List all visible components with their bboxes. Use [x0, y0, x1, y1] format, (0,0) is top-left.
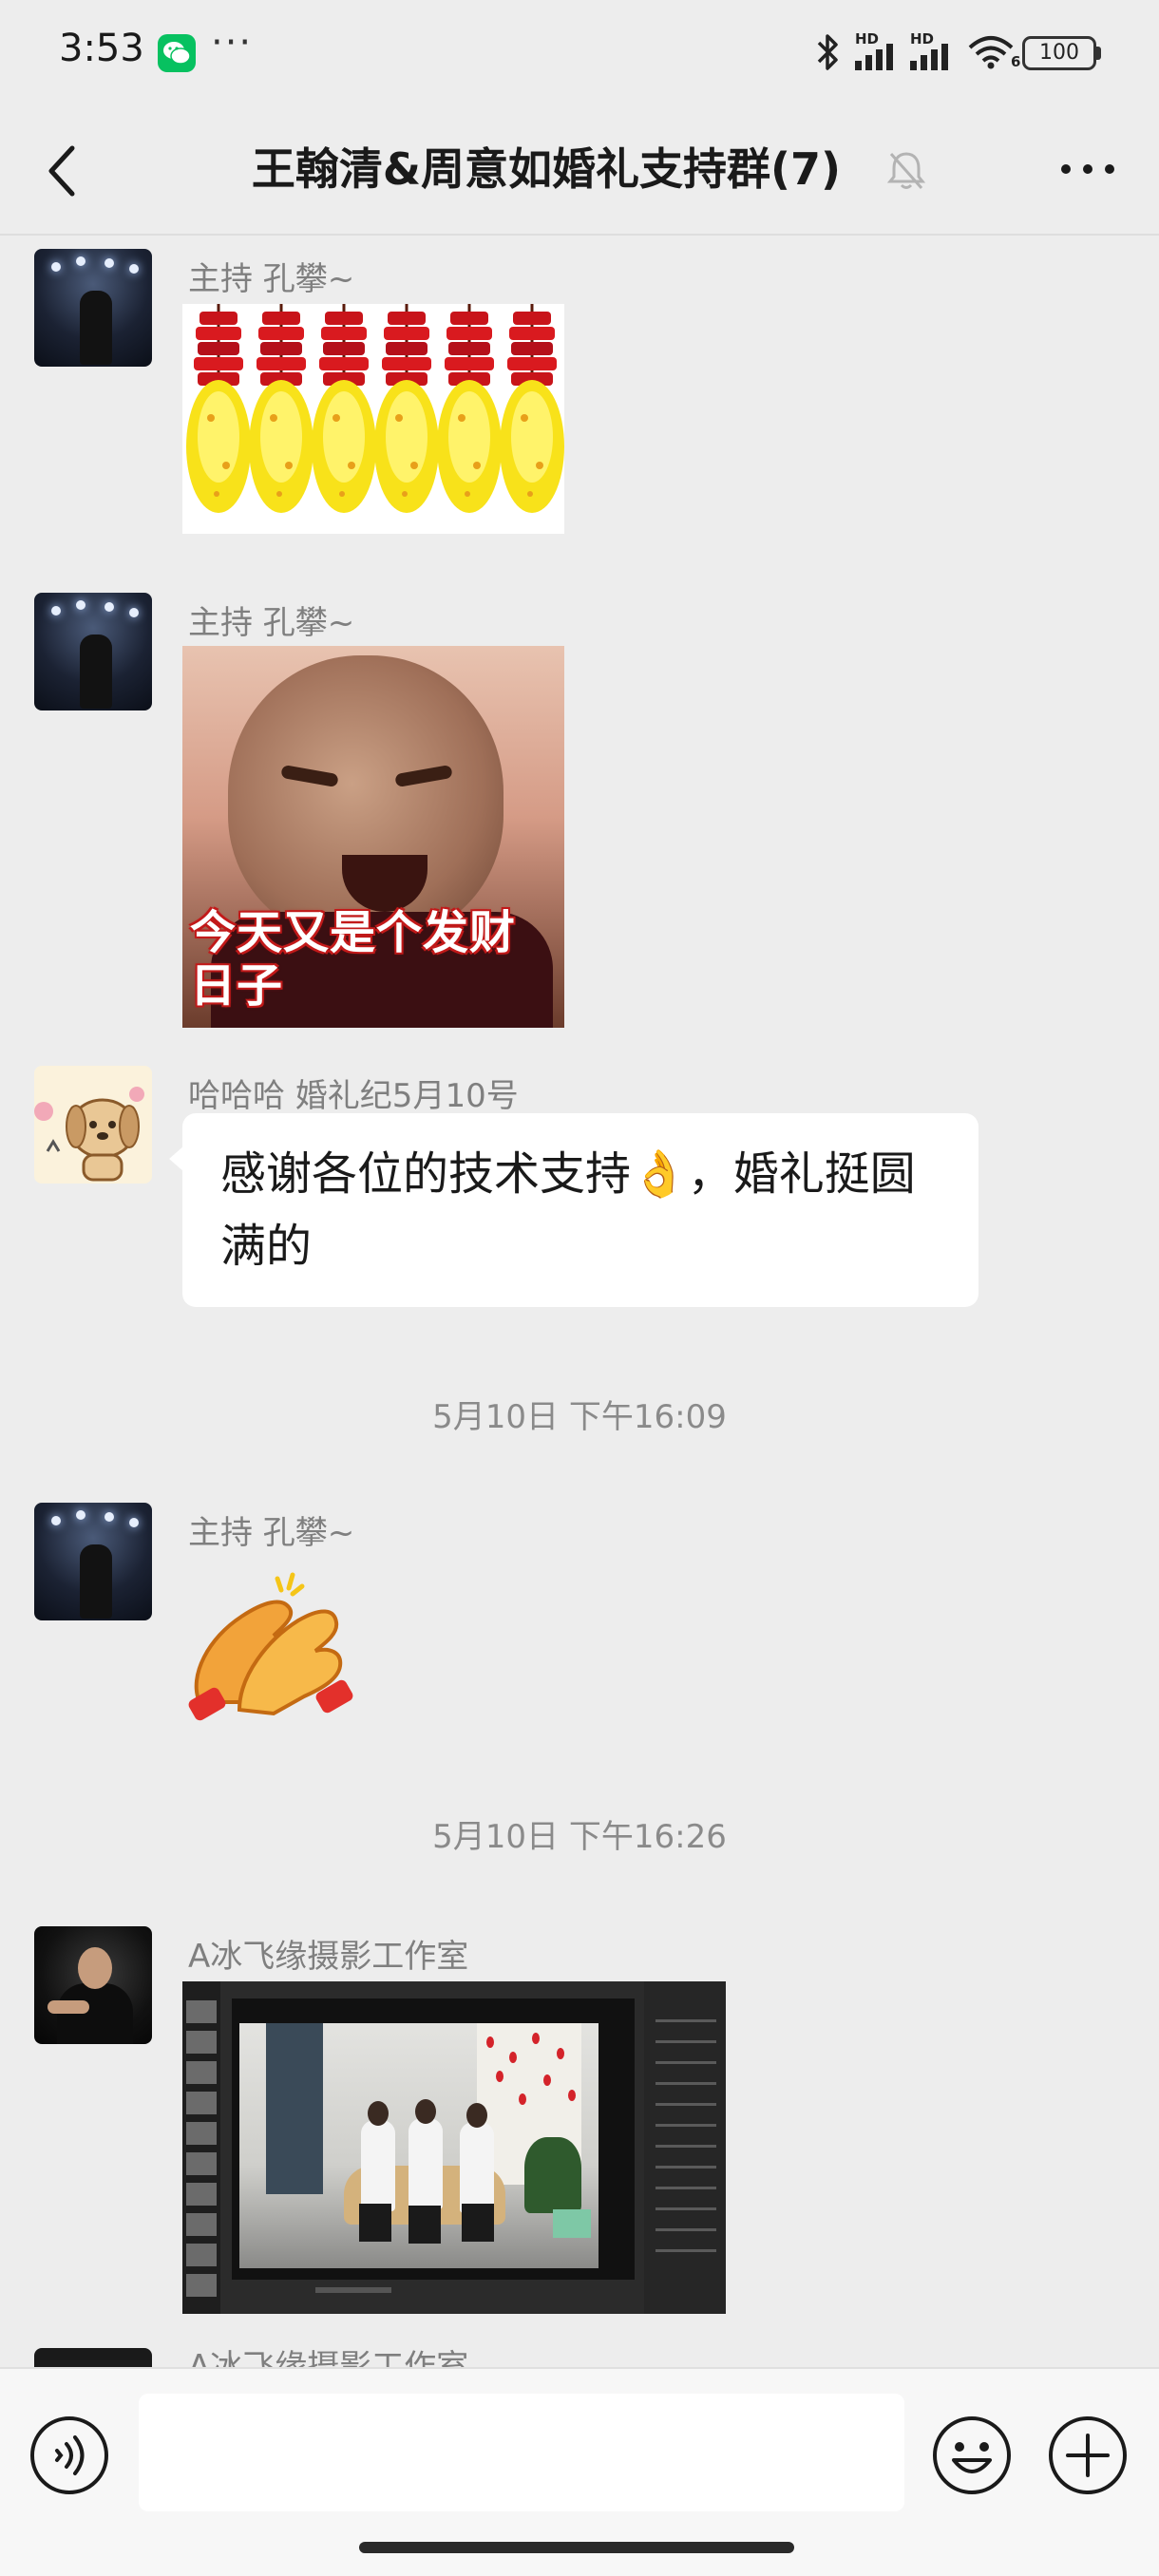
timestamp: 5月10日 下午16:26: [432, 1818, 727, 1856]
avatar[interactable]: [34, 2348, 152, 2367]
sticker-caption: 今天又是个发财日子: [190, 906, 517, 1013]
wifi-band-label: 6: [1011, 53, 1021, 70]
firecrackers-sticker[interactable]: [182, 304, 564, 534]
avatar[interactable]: [34, 1926, 152, 2044]
avatar[interactable]: [34, 1066, 152, 1184]
sender-name: 哈哈哈 婚礼纪5月10号: [188, 1077, 519, 1115]
voice-icon[interactable]: [28, 2415, 110, 2496]
sender-name: 主持 孔攀~: [188, 260, 355, 298]
plus-icon[interactable]: [1047, 2415, 1129, 2496]
avatar[interactable]: [34, 1503, 152, 1620]
signal-icon-2: [910, 44, 948, 70]
message-bubble[interactable]: 感谢各位的技术支持👌，婚礼挺圆满的: [169, 1113, 978, 1307]
wechat-notification-icon: [158, 34, 196, 72]
timestamp: 5月10日 下午16:09: [432, 1398, 727, 1436]
bluetooth-icon: [817, 34, 838, 70]
chat-header: 王翰清&周意如婚礼支持群(7): [0, 104, 1159, 234]
chat-title: 王翰清&周意如婚礼支持群(7): [251, 143, 842, 195]
sender-name: 主持 孔攀~: [188, 1514, 355, 1552]
mute-bell-icon: [886, 152, 926, 189]
more-icon[interactable]: [1054, 142, 1121, 196]
status-time: 3:53: [59, 27, 144, 70]
message-input[interactable]: [139, 2394, 904, 2511]
status-more-icon: ···: [211, 21, 254, 65]
wifi-icon: [968, 36, 1014, 69]
message-list[interactable]: 主持 孔攀~ 主持 孔攀~ 今天又是个发财日子 哈哈哈 婚礼纪5月10号 感谢各…: [0, 236, 1159, 2367]
avatar[interactable]: [34, 249, 152, 367]
emoji-icon[interactable]: [931, 2415, 1013, 2496]
clapping-hands-sticker[interactable]: [182, 1571, 353, 1723]
status-indicators: HD HD 6 100: [815, 28, 1101, 76]
avatar[interactable]: [34, 593, 152, 710]
signal-icon-1: [855, 44, 893, 70]
battery-icon: 100: [1022, 36, 1096, 70]
home-indicator[interactable]: [359, 2542, 794, 2553]
sender-name: A冰飞缘摄影工作室: [188, 2348, 469, 2367]
battery-tip: [1096, 47, 1101, 60]
laughing-baby-sticker[interactable]: 今天又是个发财日子: [182, 646, 564, 1028]
status-bar: 3:53 ··· HD HD 6 100: [0, 0, 1159, 104]
photo-editor-screenshot-image[interactable]: [182, 1981, 726, 2314]
sender-name: A冰飞缘摄影工作室: [188, 1938, 469, 1976]
sender-name: 主持 孔攀~: [188, 604, 355, 642]
